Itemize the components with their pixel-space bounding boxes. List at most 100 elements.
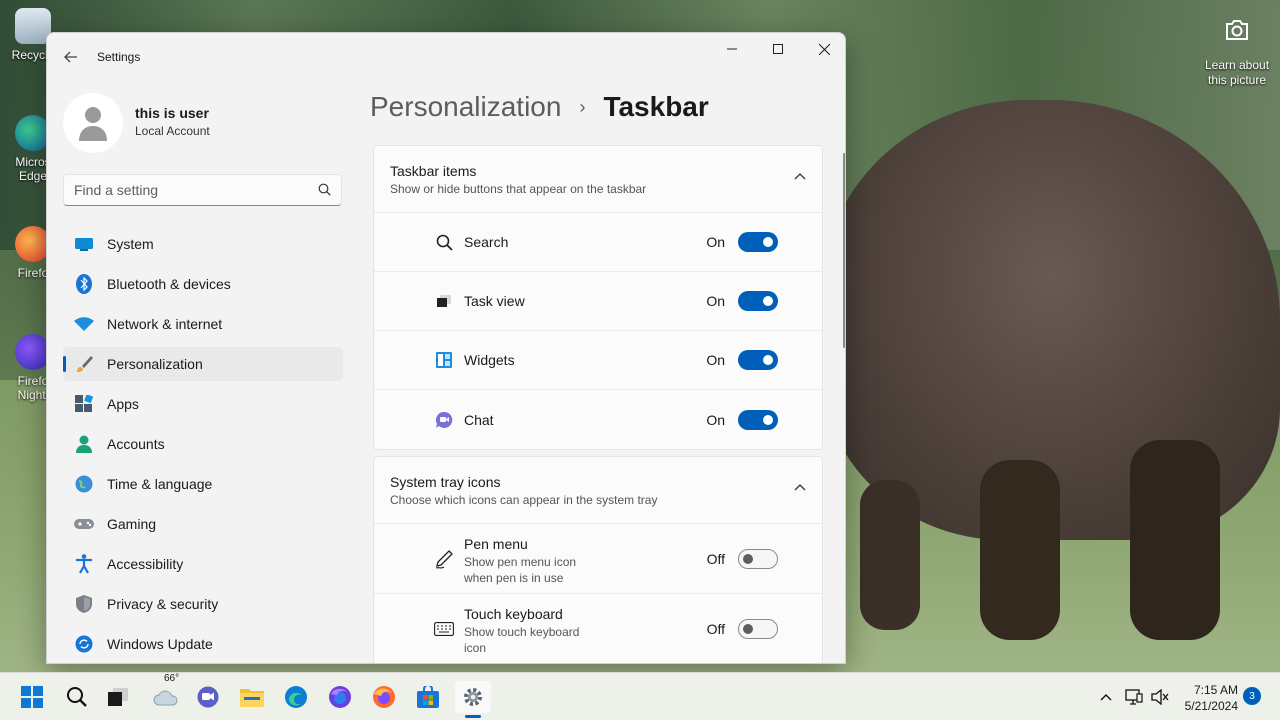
task-view-icon <box>108 688 128 706</box>
toggle-state: On <box>706 352 725 368</box>
nav-item-accounts[interactable]: Accounts <box>63 427 343 461</box>
wallpaper-bear-leg <box>1130 440 1220 640</box>
chat-icon <box>197 686 219 708</box>
nav-item-system[interactable]: System <box>63 227 343 261</box>
settings-content: Taskbar items Show or hide buttons that … <box>373 145 823 663</box>
pen-icon <box>434 549 454 569</box>
learn-about-picture[interactable]: Learn about this picture <box>1198 12 1276 88</box>
breadcrumb-parent[interactable]: Personalization <box>370 91 561 123</box>
back-arrow-icon <box>64 51 77 63</box>
row-label: Pen menu <box>464 536 528 552</box>
row-text: Touch keyboard Show touch keyboard icon <box>464 606 604 656</box>
start-button[interactable] <box>14 681 50 713</box>
nav-item-time-language[interactable]: Time & language <box>63 467 343 501</box>
pen-menu-toggle[interactable] <box>738 548 778 569</box>
store-taskbar-button[interactable] <box>410 681 446 713</box>
search-icon[interactable] <box>318 183 331 196</box>
close-button[interactable] <box>801 33 845 65</box>
firefox-icon <box>373 686 395 708</box>
cloud-icon <box>153 690 178 706</box>
speaker-muted-icon <box>1151 689 1169 705</box>
firefox-nightly-taskbar-button[interactable] <box>322 681 358 713</box>
taskbar-items-header[interactable]: Taskbar items Show or hide buttons that … <box>374 146 822 213</box>
wallpaper-bear-leg <box>860 480 920 630</box>
file-explorer-button[interactable] <box>234 681 270 713</box>
notification-badge[interactable]: 3 <box>1243 687 1261 705</box>
apps-icon <box>73 393 95 415</box>
taskbar-item-task-view: Task view On <box>374 272 822 331</box>
task-view-icon <box>434 291 454 311</box>
camera-icon <box>1217 12 1257 48</box>
back-button[interactable] <box>59 45 83 69</box>
search-input[interactable] <box>64 175 304 205</box>
nav-item-accessibility[interactable]: Accessibility <box>63 547 343 581</box>
title-bar[interactable]: Settings <box>47 33 845 81</box>
task-view-toggle[interactable] <box>738 291 778 311</box>
chevron-up-icon[interactable] <box>794 483 806 491</box>
nav-item-label: Time & language <box>107 476 213 492</box>
nav-item-windows-update[interactable]: Windows Update <box>63 627 343 661</box>
volume-tray-button[interactable] <box>1144 681 1176 713</box>
firefox-taskbar-button[interactable] <box>366 681 402 713</box>
search-icon <box>434 232 454 252</box>
taskbar-items-card: Taskbar items Show or hide buttons that … <box>373 145 823 450</box>
card-title: System tray icons <box>390 474 501 490</box>
search-toggle[interactable] <box>738 232 778 252</box>
search-icon <box>67 687 87 707</box>
teams-chat-button[interactable] <box>190 681 226 713</box>
row-label: Touch keyboard <box>464 606 563 622</box>
nav-item-label: Gaming <box>107 516 157 532</box>
row-label: Search <box>464 234 509 250</box>
active-app-indicator <box>465 715 481 718</box>
nav-item-personalization[interactable]: Personalization <box>63 347 343 381</box>
wallpaper-bear-leg <box>980 460 1060 640</box>
toggle-state: Off <box>706 550 725 567</box>
toggle-state: On <box>706 234 725 250</box>
nav-item-apps[interactable]: Apps <box>63 387 343 421</box>
widgets-button[interactable]: 66° <box>148 673 184 713</box>
maximize-button[interactable] <box>755 33 801 65</box>
toggle-state: Off <box>706 621 725 637</box>
nav-item-gaming[interactable]: Gaming <box>63 507 343 541</box>
nav-item-label: Apps <box>107 396 139 412</box>
settings-nav: System Bluetooth & devices Network & int… <box>63 227 343 663</box>
chat-toggle[interactable] <box>738 409 778 430</box>
keyboard-icon <box>434 619 454 639</box>
settings-taskbar-button[interactable] <box>455 681 491 713</box>
minimize-button[interactable] <box>709 33 755 65</box>
nav-item-network[interactable]: Network & internet <box>63 307 343 341</box>
scrollbar-thumb[interactable] <box>843 153 845 348</box>
row-label: Chat <box>464 411 494 428</box>
system-icon <box>73 233 95 255</box>
task-view-button[interactable] <box>100 681 136 713</box>
edge-taskbar-button[interactable] <box>278 681 314 713</box>
system-tray-icons-header[interactable]: System tray icons Choose which icons can… <box>374 457 822 524</box>
card-title: Taskbar items <box>390 163 477 179</box>
row-label: Widgets <box>464 352 515 368</box>
taskbar-item-widgets: Widgets On <box>374 331 822 390</box>
edge-icon <box>285 686 307 708</box>
accessibility-icon <box>73 553 95 575</box>
taskbar-search-button[interactable] <box>59 681 95 713</box>
nav-item-label: System <box>107 236 154 252</box>
avatar <box>63 93 123 153</box>
desktop-icon-label: Firefo Nightl <box>17 374 49 402</box>
system-tray-icons-card: System tray icons Choose which icons can… <box>373 456 823 663</box>
nav-item-privacy-security[interactable]: Privacy & security <box>63 587 343 621</box>
bluetooth-icon <box>73 273 95 295</box>
user-profile[interactable]: this is user Local Account <box>63 93 343 153</box>
nav-item-bluetooth[interactable]: Bluetooth & devices <box>63 267 343 301</box>
os-taskbar: 66° 7:15 AM 5/21/2024 3 <box>0 672 1280 720</box>
touch-keyboard-toggle[interactable] <box>738 619 778 639</box>
clock-date: 5/21/2024 <box>1184 699 1238 713</box>
widgets-toggle[interactable] <box>738 350 778 370</box>
search-setting-box <box>63 174 342 206</box>
chevron-up-icon <box>1100 694 1112 701</box>
breadcrumb-separator: › <box>579 96 586 117</box>
weather-temperature: 66° <box>164 673 180 684</box>
chevron-up-icon[interactable] <box>794 172 806 180</box>
chat-icon <box>434 410 454 430</box>
gamepad-icon <box>73 513 95 535</box>
row-text: Pen menu Show pen menu icon when pen is … <box>464 536 604 586</box>
tray-clock[interactable]: 7:15 AM 5/21/2024 <box>1180 682 1238 714</box>
